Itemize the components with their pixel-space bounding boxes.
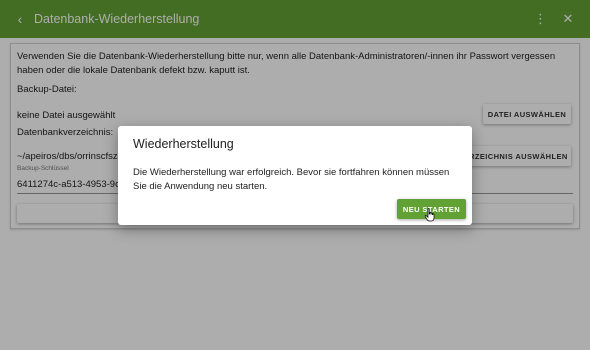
dialog-message: Die Wiederherstellung war erfolgreich. B… [133, 167, 450, 192]
restore-success-dialog: Wiederherstellung Die Wiederherstellung … [118, 126, 472, 225]
dialog-title: Wiederherstellung [133, 137, 234, 151]
hand-pointer-icon [424, 208, 435, 222]
